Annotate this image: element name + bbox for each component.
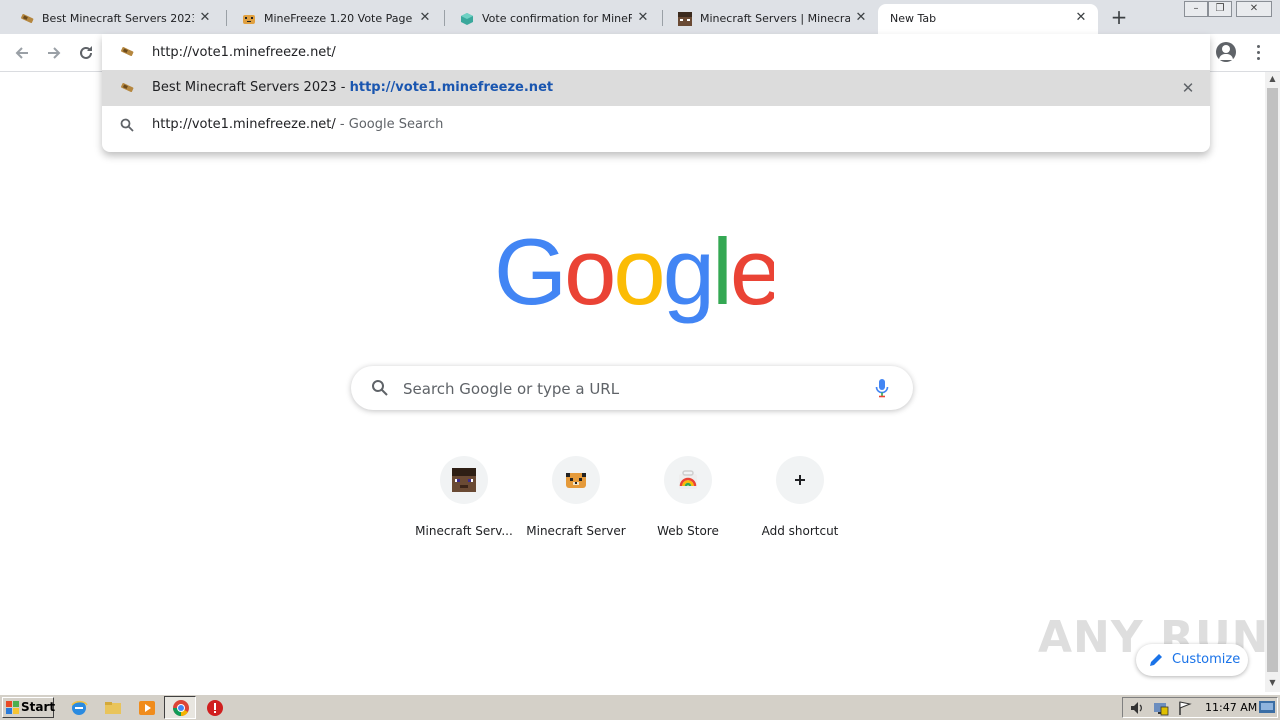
- chrome-icon: [173, 700, 189, 716]
- suggestion-url: http://vote1.minefreeze.net: [349, 80, 554, 95]
- tab-title: Minecraft Servers | Minecraft Se: [700, 12, 850, 25]
- shortcut-tile[interactable]: Minecraft Server: [520, 456, 632, 552]
- reload-icon: [80, 46, 92, 59]
- tab-minecraft-servers[interactable]: Minecraft Servers | Minecraft Se ✕: [658, 4, 878, 34]
- rainbow-icon: [679, 470, 697, 489]
- windows-flag-icon: [6, 701, 19, 714]
- minimize-button[interactable]: –: [1184, 1, 1208, 17]
- forward-button[interactable]: [42, 41, 66, 65]
- customize-label: Customize: [1172, 652, 1241, 667]
- omnibox-dropdown: Best Minecraft Servers 2023 - http://vot…: [102, 34, 1210, 152]
- shortcut-icon-circle: [776, 456, 824, 504]
- svg-text:Google: Google: [494, 226, 774, 324]
- restore-button[interactable]: ❐: [1208, 1, 1232, 17]
- omnibox-suggestion[interactable]: Best Minecraft Servers 2023 - http://vot…: [102, 70, 1210, 106]
- chrome-taskbar-button[interactable]: [164, 696, 196, 719]
- omnibox-suggestion[interactable]: http://vote1.minefreeze.net/ - Google Se…: [102, 107, 1210, 143]
- start-button[interactable]: Start: [2, 697, 56, 718]
- search-icon: [372, 380, 388, 396]
- steve-icon: [452, 468, 476, 492]
- shortcut-tile[interactable]: Minecraft Serv...: [408, 456, 520, 552]
- shortcut-label: Web Store: [657, 524, 719, 538]
- shortcut-tile[interactable]: Web Store: [632, 456, 744, 552]
- tiger-icon: [566, 473, 586, 488]
- remove-suggestion-icon[interactable]: ✕: [1180, 79, 1196, 97]
- plus-icon: [795, 475, 805, 485]
- internet-explorer-icon[interactable]: [70, 699, 88, 717]
- reload-button[interactable]: [74, 41, 98, 65]
- scroll-up-icon[interactable]: ▲: [1265, 72, 1280, 86]
- tab-new-tab[interactable]: New Tab ✕: [878, 4, 1098, 34]
- minefreeze-favicon-icon: [121, 47, 134, 57]
- tiger-favicon-icon: [243, 15, 255, 24]
- close-tab-icon[interactable]: ✕: [418, 11, 432, 25]
- close-tab-icon[interactable]: ✕: [854, 11, 868, 25]
- shortcut-label: Add shortcut: [761, 524, 839, 538]
- google-logo: Google: [494, 226, 774, 324]
- pencil-icon: [1150, 654, 1162, 666]
- screen: Best Minecraft Servers 2023 ✕ MineFreeze…: [0, 0, 1280, 720]
- scroll-down-icon[interactable]: ▼: [1265, 676, 1280, 690]
- close-tab-icon[interactable]: ✕: [198, 11, 212, 25]
- suggestion-title: Best Minecraft Servers 2023 -: [152, 80, 350, 95]
- suggestion-text: http://vote1.minefreeze.net/ - Google Se…: [152, 116, 443, 134]
- suggestion-text: Best Minecraft Servers 2023 - http://vot…: [152, 79, 553, 97]
- search-icon: [120, 118, 134, 132]
- ntp-search-input[interactable]: [403, 378, 843, 400]
- tab-strip: Best Minecraft Servers 2023 ✕ MineFreeze…: [0, 0, 1280, 34]
- back-button[interactable]: [10, 41, 34, 65]
- menu-dots-icon[interactable]: [1250, 42, 1266, 62]
- folder-icon[interactable]: [104, 699, 122, 717]
- volume-icon[interactable]: [1129, 700, 1145, 716]
- customize-button[interactable]: Customize: [1136, 644, 1248, 676]
- shortcut-icon-circle: [552, 456, 600, 504]
- forward-arrow-icon: [48, 47, 61, 59]
- profile-icon[interactable]: [1216, 42, 1236, 62]
- shortcut-icon-circle: [664, 456, 712, 504]
- new-tab-button[interactable]: +: [1108, 6, 1130, 28]
- minefreeze-favicon-icon: [121, 83, 134, 93]
- add-shortcut-tile[interactable]: Add shortcut: [744, 456, 856, 552]
- show-desktop-icon[interactable]: [1259, 701, 1275, 715]
- omnibox-input-row: [102, 34, 1210, 70]
- start-label: Start: [21, 700, 56, 714]
- cube-favicon-icon: [461, 13, 473, 25]
- close-tab-icon[interactable]: ✕: [636, 11, 650, 25]
- tab-title: New Tab: [890, 12, 937, 25]
- microphone-icon[interactable]: [875, 378, 889, 398]
- minefreeze-favicon-icon: [21, 14, 34, 24]
- tab-title: Best Minecraft Servers 2023: [42, 12, 194, 25]
- steve-favicon-icon: [678, 12, 692, 26]
- stop-icon[interactable]: [206, 699, 224, 717]
- close-window-button[interactable]: ✕: [1236, 1, 1272, 17]
- suggestion-query: http://vote1.minefreeze.net/: [152, 117, 336, 132]
- shortcut-icon-circle: [440, 456, 488, 504]
- media-player-icon[interactable]: [138, 699, 156, 717]
- windows-taskbar: Start 11:47 AM: [0, 694, 1280, 720]
- action-center-flag-icon[interactable]: [1177, 700, 1193, 716]
- close-tab-icon[interactable]: ✕: [1074, 11, 1088, 25]
- vertical-scrollbar[interactable]: ▲ ▼: [1265, 72, 1280, 692]
- tab-vote-confirmation[interactable]: Vote confirmation for MineFreez ✕: [440, 4, 660, 34]
- shortcut-label: Minecraft Serv...: [415, 524, 513, 538]
- tab-title: MineFreeze 1.20 Vote Page - Mi: [264, 12, 414, 25]
- tab-title: Vote confirmation for MineFreez: [482, 12, 632, 25]
- clock: 11:47 AM: [1205, 701, 1258, 714]
- address-bar-input[interactable]: [152, 43, 1052, 61]
- scrollbar-thumb[interactable]: [1267, 88, 1278, 672]
- back-arrow-icon: [15, 47, 28, 59]
- tab-minefreeze-vote-page[interactable]: MineFreeze 1.20 Vote Page - Mi ✕: [222, 4, 442, 34]
- ntp-search-box[interactable]: [351, 366, 913, 410]
- tab-best-minecraft-servers[interactable]: Best Minecraft Servers 2023 ✕: [0, 4, 222, 34]
- shortcut-label: Minecraft Server: [526, 524, 626, 538]
- system-tray: 11:47 AM: [1122, 697, 1278, 718]
- network-icon[interactable]: [1153, 700, 1169, 716]
- suggestion-extra: - Google Search: [335, 117, 444, 132]
